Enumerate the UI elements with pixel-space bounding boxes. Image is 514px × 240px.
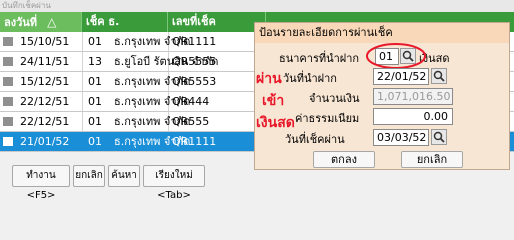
cell-cheque-no: QR555 (172, 115, 210, 128)
column-header-bank[interactable]: เช็ค ธ. (82, 12, 168, 32)
row-selector-icon (3, 57, 13, 66)
annotation-line-1: ผ่าน (256, 71, 282, 87)
ok-button[interactable]: ตกลง (313, 151, 375, 168)
highlight-circle (366, 43, 426, 69)
row-selector-icon (3, 137, 13, 146)
cell-bank-code: 01 (88, 115, 102, 128)
annotation-line-3: เงินสด (256, 115, 295, 131)
row-selector-icon (3, 37, 13, 46)
sort-ascending-icon: △ (47, 15, 57, 29)
deposit-date-label: วันที่นำฝาก (283, 72, 337, 85)
pass-date-search-icon[interactable] (431, 129, 447, 145)
cell-cheque-no: QR5555 (172, 55, 217, 68)
pass-date-label: วันที่เช็คผ่าน (285, 133, 345, 146)
row-selector-icon (3, 97, 13, 106)
cell-cheque-no: QR444 (172, 95, 210, 108)
annotation-line-2: เข้า (262, 93, 285, 109)
fee-field[interactable]: 0.00 (373, 108, 453, 125)
cell-bank-code: 01 (88, 95, 102, 108)
column-header-date-label: ลงวันที่ (4, 16, 38, 29)
column-header-date[interactable]: ลงวันที่ △ (0, 12, 82, 32)
reorder-tab-button[interactable]: เรียงใหม่ <Tab> (143, 165, 205, 201)
row-selector-icon (3, 117, 13, 126)
dialog-title: ป้อนรายละเอียดการผ่านเช็ค (255, 23, 509, 43)
cell-date: 15/12/51 (20, 75, 70, 88)
cell-bank-code: 01 (88, 75, 102, 88)
cancel-button[interactable]: ยกเลิก (73, 165, 105, 187)
dialog-cancel-button[interactable]: ยกเลิก (401, 151, 463, 168)
cell-bank-code: 13 (88, 55, 102, 68)
deposit-date-search-icon[interactable] (431, 68, 447, 84)
cell-cheque-no: QR1111 (172, 35, 217, 48)
cheque-pass-dialog: ป้อนรายละเอียดการผ่านเช็ค ธนาคารที่นำฝาก… (254, 22, 510, 170)
pass-date-field[interactable]: 03/03/52 (373, 129, 429, 146)
cell-date: 15/10/51 (20, 35, 70, 48)
fee-label: ค่าธรรมเนียม (295, 112, 360, 125)
bank-label: ธนาคารที่นำฝาก (279, 52, 360, 65)
search-button[interactable]: ค้นหา (108, 165, 140, 187)
window-title: บันทึกเช็คผ่าน (0, 0, 514, 12)
cell-date: 22/12/51 (20, 115, 70, 128)
cell-bank-code: 01 (88, 35, 102, 48)
amount-label: จำนวนเงิน (309, 92, 360, 105)
deposit-date-field[interactable]: 22/01/52 (373, 68, 429, 85)
cell-date: 24/11/51 (20, 55, 70, 68)
cell-cheque-no: QR1111 (172, 135, 217, 148)
row-selector-icon (3, 77, 13, 86)
cell-date: 22/12/51 (20, 95, 70, 108)
amount-field: 1,071,016.50 (373, 88, 453, 105)
cell-date: 21/01/52 (20, 135, 70, 148)
column-header-cheque-no[interactable]: เลขที่เช็ค (168, 12, 266, 32)
cell-bank-code: 01 (88, 135, 102, 148)
cell-cheque-no: QR5553 (172, 75, 217, 88)
run-f5-button[interactable]: ทำงาน <F5> (12, 165, 70, 201)
